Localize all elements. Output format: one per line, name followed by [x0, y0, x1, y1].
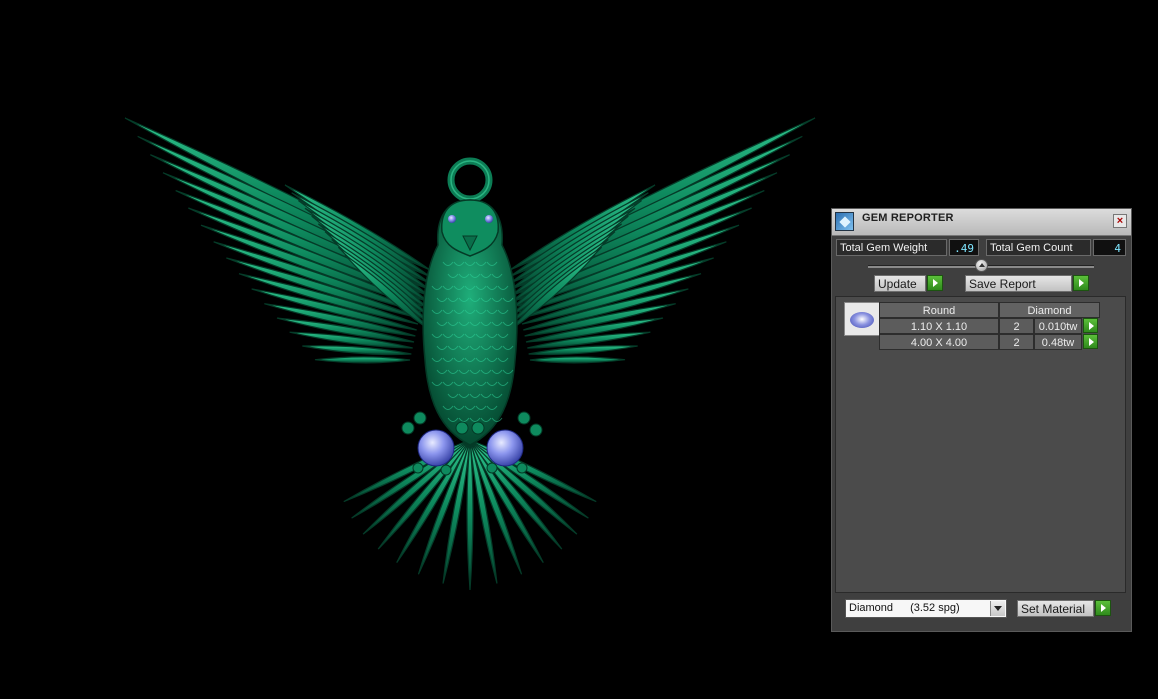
save-report-button[interactable]: Save Report [965, 275, 1072, 292]
update-button[interactable]: Update [874, 275, 926, 292]
dropdown-arrow-icon[interactable] [990, 601, 1005, 616]
slider-thumb-icon[interactable] [975, 259, 988, 272]
set-material-go-arrow-icon[interactable] [1095, 600, 1111, 616]
gem-row-size: 1.10 X 1.10 [879, 318, 999, 334]
gem-reporter-panel: GEM REPORTER × Total Gem Weight .49 Tota… [831, 208, 1132, 632]
material-dropdown[interactable]: Diamond (3.52 spg) [845, 599, 1007, 618]
gem-report-area: Round Diamond 1.10 X 1.10 2 0.010tw 4.00… [835, 296, 1126, 593]
left-wing [124, 117, 431, 364]
3d-viewport[interactable] [0, 0, 830, 699]
gem-row-weight: 0.48tw [1034, 334, 1082, 350]
feather [314, 356, 411, 364]
feather [529, 356, 626, 364]
close-icon[interactable]: × [1113, 214, 1127, 228]
gem-row-count: 2 [999, 318, 1034, 334]
gem-row-weight: 0.010tw [1034, 318, 1082, 334]
panel-title: GEM REPORTER [862, 212, 954, 224]
gem-material-header: Diamond [999, 302, 1100, 318]
total-gem-weight-label: Total Gem Weight [836, 239, 947, 256]
panel-titlebar[interactable]: GEM REPORTER × [832, 209, 1131, 236]
right-round-gem [486, 429, 524, 467]
gem-row-go-arrow-icon[interactable] [1083, 318, 1098, 333]
total-gem-count-label: Total Gem Count [986, 239, 1091, 256]
right-wing [509, 117, 816, 364]
gem-row-size: 4.00 X 4.00 [879, 334, 999, 350]
gem-shape-header: Round [879, 302, 999, 318]
right-eye-gem [485, 215, 493, 223]
total-gem-weight-value: .49 [949, 239, 979, 256]
total-gem-count-value: 4 [1093, 239, 1126, 256]
set-material-button[interactable]: Set Material [1017, 600, 1094, 617]
round-diamond-icon [844, 302, 880, 336]
tail-feathers [343, 439, 597, 591]
eagle-pendant-model [124, 117, 816, 591]
material-density: (3.52 spg) [910, 602, 960, 614]
save-report-go-arrow-icon[interactable] [1073, 275, 1089, 291]
update-go-arrow-icon[interactable] [927, 275, 943, 291]
gem-row-count: 2 [999, 334, 1034, 350]
gem-row-go-arrow-icon[interactable] [1083, 334, 1098, 349]
gem-reporter-app-icon [835, 212, 854, 231]
left-round-gem [417, 429, 455, 467]
left-eye-gem [448, 215, 456, 223]
material-name: Diamond [849, 602, 894, 614]
